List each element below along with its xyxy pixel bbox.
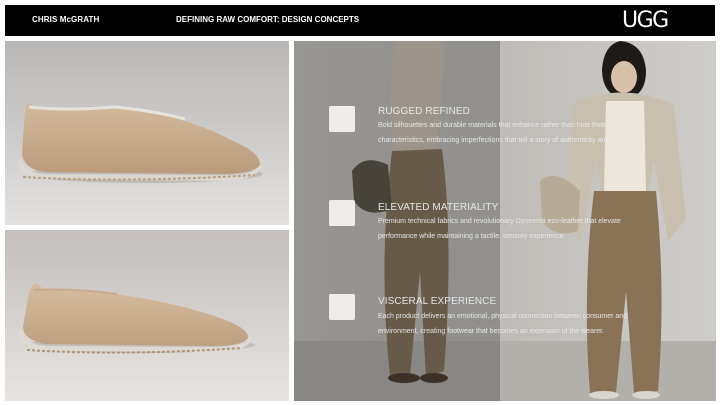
ugg-logo: UGG bbox=[622, 8, 669, 33]
page-title: DEFINING RAW COMFORT: DESIGN CONCEPTS bbox=[176, 15, 360, 24]
concept-body-elevated-materiality: Premium technical fabrics and revolution… bbox=[378, 218, 621, 240]
concept-title-elevated-materiality: ELEVATED MATERIALITY bbox=[378, 202, 499, 213]
checkbox-icon bbox=[329, 200, 355, 226]
author-name: CHRIS McGRATH bbox=[32, 15, 100, 24]
concept-body-visceral-experience: Each product delivers an emotional, phys… bbox=[378, 313, 628, 335]
shoe-photo-side bbox=[5, 41, 289, 225]
checkbox-icon bbox=[329, 294, 355, 320]
header-bar: CHRIS McGRATH DEFINING RAW COMFORT: DESI… bbox=[5, 5, 715, 36]
checkbox-icon bbox=[329, 106, 355, 132]
concept-body-rugged-refined: Bold silhouettes and durable materials t… bbox=[378, 122, 639, 144]
concept-title-rugged-refined: RUGGED REFINED bbox=[378, 106, 470, 117]
shoe-photo-angle bbox=[5, 230, 289, 401]
concept-title-visceral-experience: VISCERAL EXPERIENCE bbox=[378, 296, 497, 307]
